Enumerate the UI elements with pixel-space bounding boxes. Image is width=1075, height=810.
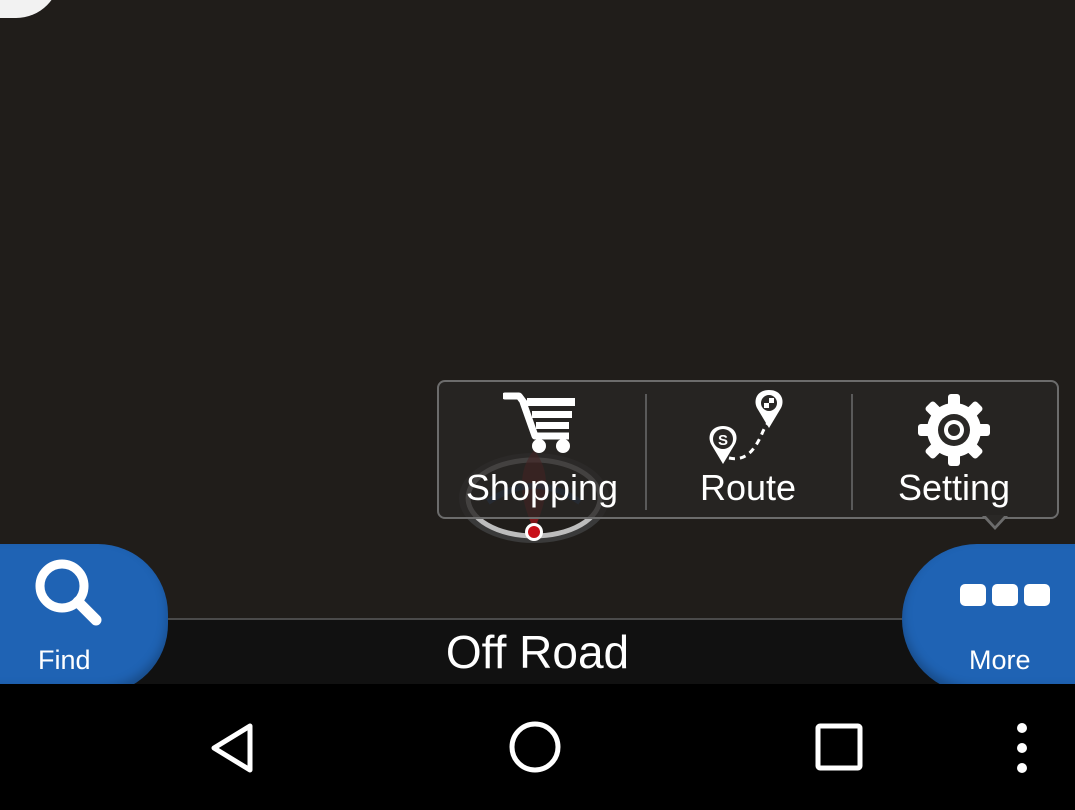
- route-icon: S: [709, 390, 783, 464]
- overflow-menu-icon[interactable]: [1014, 722, 1030, 774]
- gear-icon: [918, 394, 990, 466]
- menu-item-label: Route: [699, 467, 797, 508]
- shopping-cart-icon: [503, 392, 575, 453]
- menu-item-label: Setting: [897, 467, 1011, 508]
- menu-item-shopping[interactable]: Shopping: [439, 382, 645, 517]
- map-corner-control: [0, 0, 60, 18]
- system-nav-bar: [0, 684, 1075, 810]
- back-icon[interactable]: [206, 720, 258, 776]
- home-icon[interactable]: [507, 719, 563, 775]
- popup-pointer-fill: [985, 515, 1005, 526]
- popup-menu: Shopping S Route Setting: [437, 380, 1059, 519]
- more-button[interactable]: More: [902, 544, 1075, 694]
- menu-item-setting[interactable]: Setting: [851, 382, 1057, 517]
- menu-item-route[interactable]: S Route: [645, 382, 851, 517]
- more-dots-icon: [960, 584, 1050, 606]
- more-label: More: [969, 645, 1031, 675]
- search-icon: [35, 559, 102, 626]
- menu-item-label: Shopping: [465, 467, 619, 508]
- svg-text:S: S: [718, 432, 728, 449]
- find-button[interactable]: Find: [0, 544, 168, 694]
- find-label: Find: [38, 645, 91, 675]
- recents-icon[interactable]: [814, 722, 864, 772]
